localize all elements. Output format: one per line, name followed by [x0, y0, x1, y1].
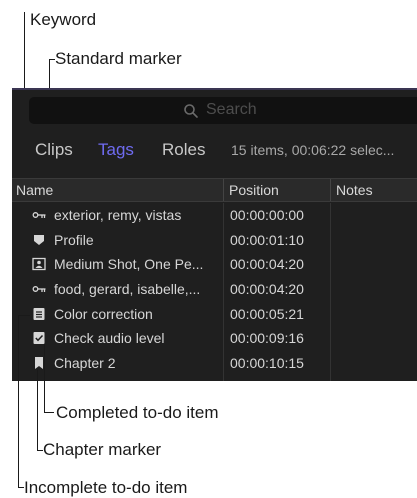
column-divider[interactable]	[223, 179, 224, 201]
tag-name: Color correction	[54, 305, 153, 322]
table-row[interactable]: exterior, remy, vistas 00:00:00:00	[12, 203, 417, 228]
panel-top-border	[12, 88, 417, 90]
tag-name: Check audio level	[54, 330, 165, 347]
incomplete-todo-icon	[33, 307, 45, 320]
tag-position: 00:00:10:15	[230, 355, 304, 372]
tab-roles[interactable]: Roles	[162, 140, 205, 160]
leader-incomplete-foot	[18, 487, 24, 488]
keyword-icon	[32, 212, 46, 218]
selection-status: 15 items, 00:06:22 selec...	[231, 142, 395, 158]
tab-clips[interactable]: Clips	[35, 140, 73, 160]
column-header: Name Position Notes	[12, 178, 417, 202]
tag-position: 00:00:04:20	[230, 281, 304, 298]
column-header-position[interactable]: Position	[229, 182, 279, 198]
tag-position: 00:00:00:00	[230, 207, 304, 223]
table-row[interactable]: Chapter 2 00:00:10:15	[12, 351, 417, 376]
tab-bar: Clips Tags Roles 15 items, 00:06:22 sele…	[12, 140, 417, 166]
leader-completed-v	[44, 344, 45, 413]
column-header-notes[interactable]: Notes	[336, 182, 373, 198]
column-divider[interactable]	[330, 179, 331, 201]
leader-incomplete-h	[18, 315, 30, 316]
table-row[interactable]: Check audio level 00:00:09:16	[12, 326, 417, 351]
leader-chapter-foot	[37, 450, 43, 451]
search-placeholder: Search	[206, 101, 257, 118]
tab-tags[interactable]: Tags	[98, 140, 134, 160]
keyword-icon	[32, 286, 46, 293]
analysis-keyword-icon	[32, 258, 46, 271]
leader-completed-foot	[44, 412, 54, 413]
tag-position: 00:00:05:21	[230, 305, 304, 322]
tag-name: Profile	[54, 231, 94, 248]
tag-name: Medium Shot, One Pe...	[54, 256, 204, 273]
callout-incomplete-todo: Incomplete to-do item	[24, 478, 188, 497]
search-icon	[184, 104, 198, 118]
leader-incomplete-v	[18, 315, 19, 488]
leader-chapter-v	[37, 369, 38, 450]
tag-position: 00:00:01:10	[230, 231, 304, 248]
table-row[interactable]: Profile 00:00:01:10	[12, 228, 417, 253]
callout-completed-todo: Completed to-do item	[56, 403, 219, 422]
table-row[interactable]: Color correction 00:00:05:21	[12, 302, 417, 327]
table-row[interactable]: food, gerard, isabelle,... 00:00:04:20	[12, 277, 417, 302]
table-row[interactable]: Medium Shot, One Pe... 00:00:04:20	[12, 252, 417, 277]
callout-standard-marker: Standard marker	[55, 49, 182, 68]
tag-list: exterior, remy, vistas 00:00:00:00 Profi…	[12, 203, 417, 381]
callout-chapter-marker: Chapter marker	[43, 440, 162, 459]
column-header-name[interactable]: Name	[16, 182, 53, 198]
tag-name: Chapter 2	[54, 355, 116, 372]
callout-keyword: Keyword	[30, 10, 97, 29]
tag-name: exterior, remy, vistas	[54, 207, 182, 223]
search-field[interactable]: Search	[29, 97, 417, 124]
browser-panel: Search Clips Tags Roles 15 items, 00:06:…	[12, 88, 417, 381]
tag-position: 00:00:04:20	[230, 256, 304, 273]
tag-name: food, gerard, isabelle,...	[54, 281, 201, 298]
standard-marker-icon	[34, 234, 44, 245]
tag-position: 00:00:09:16	[230, 330, 304, 347]
